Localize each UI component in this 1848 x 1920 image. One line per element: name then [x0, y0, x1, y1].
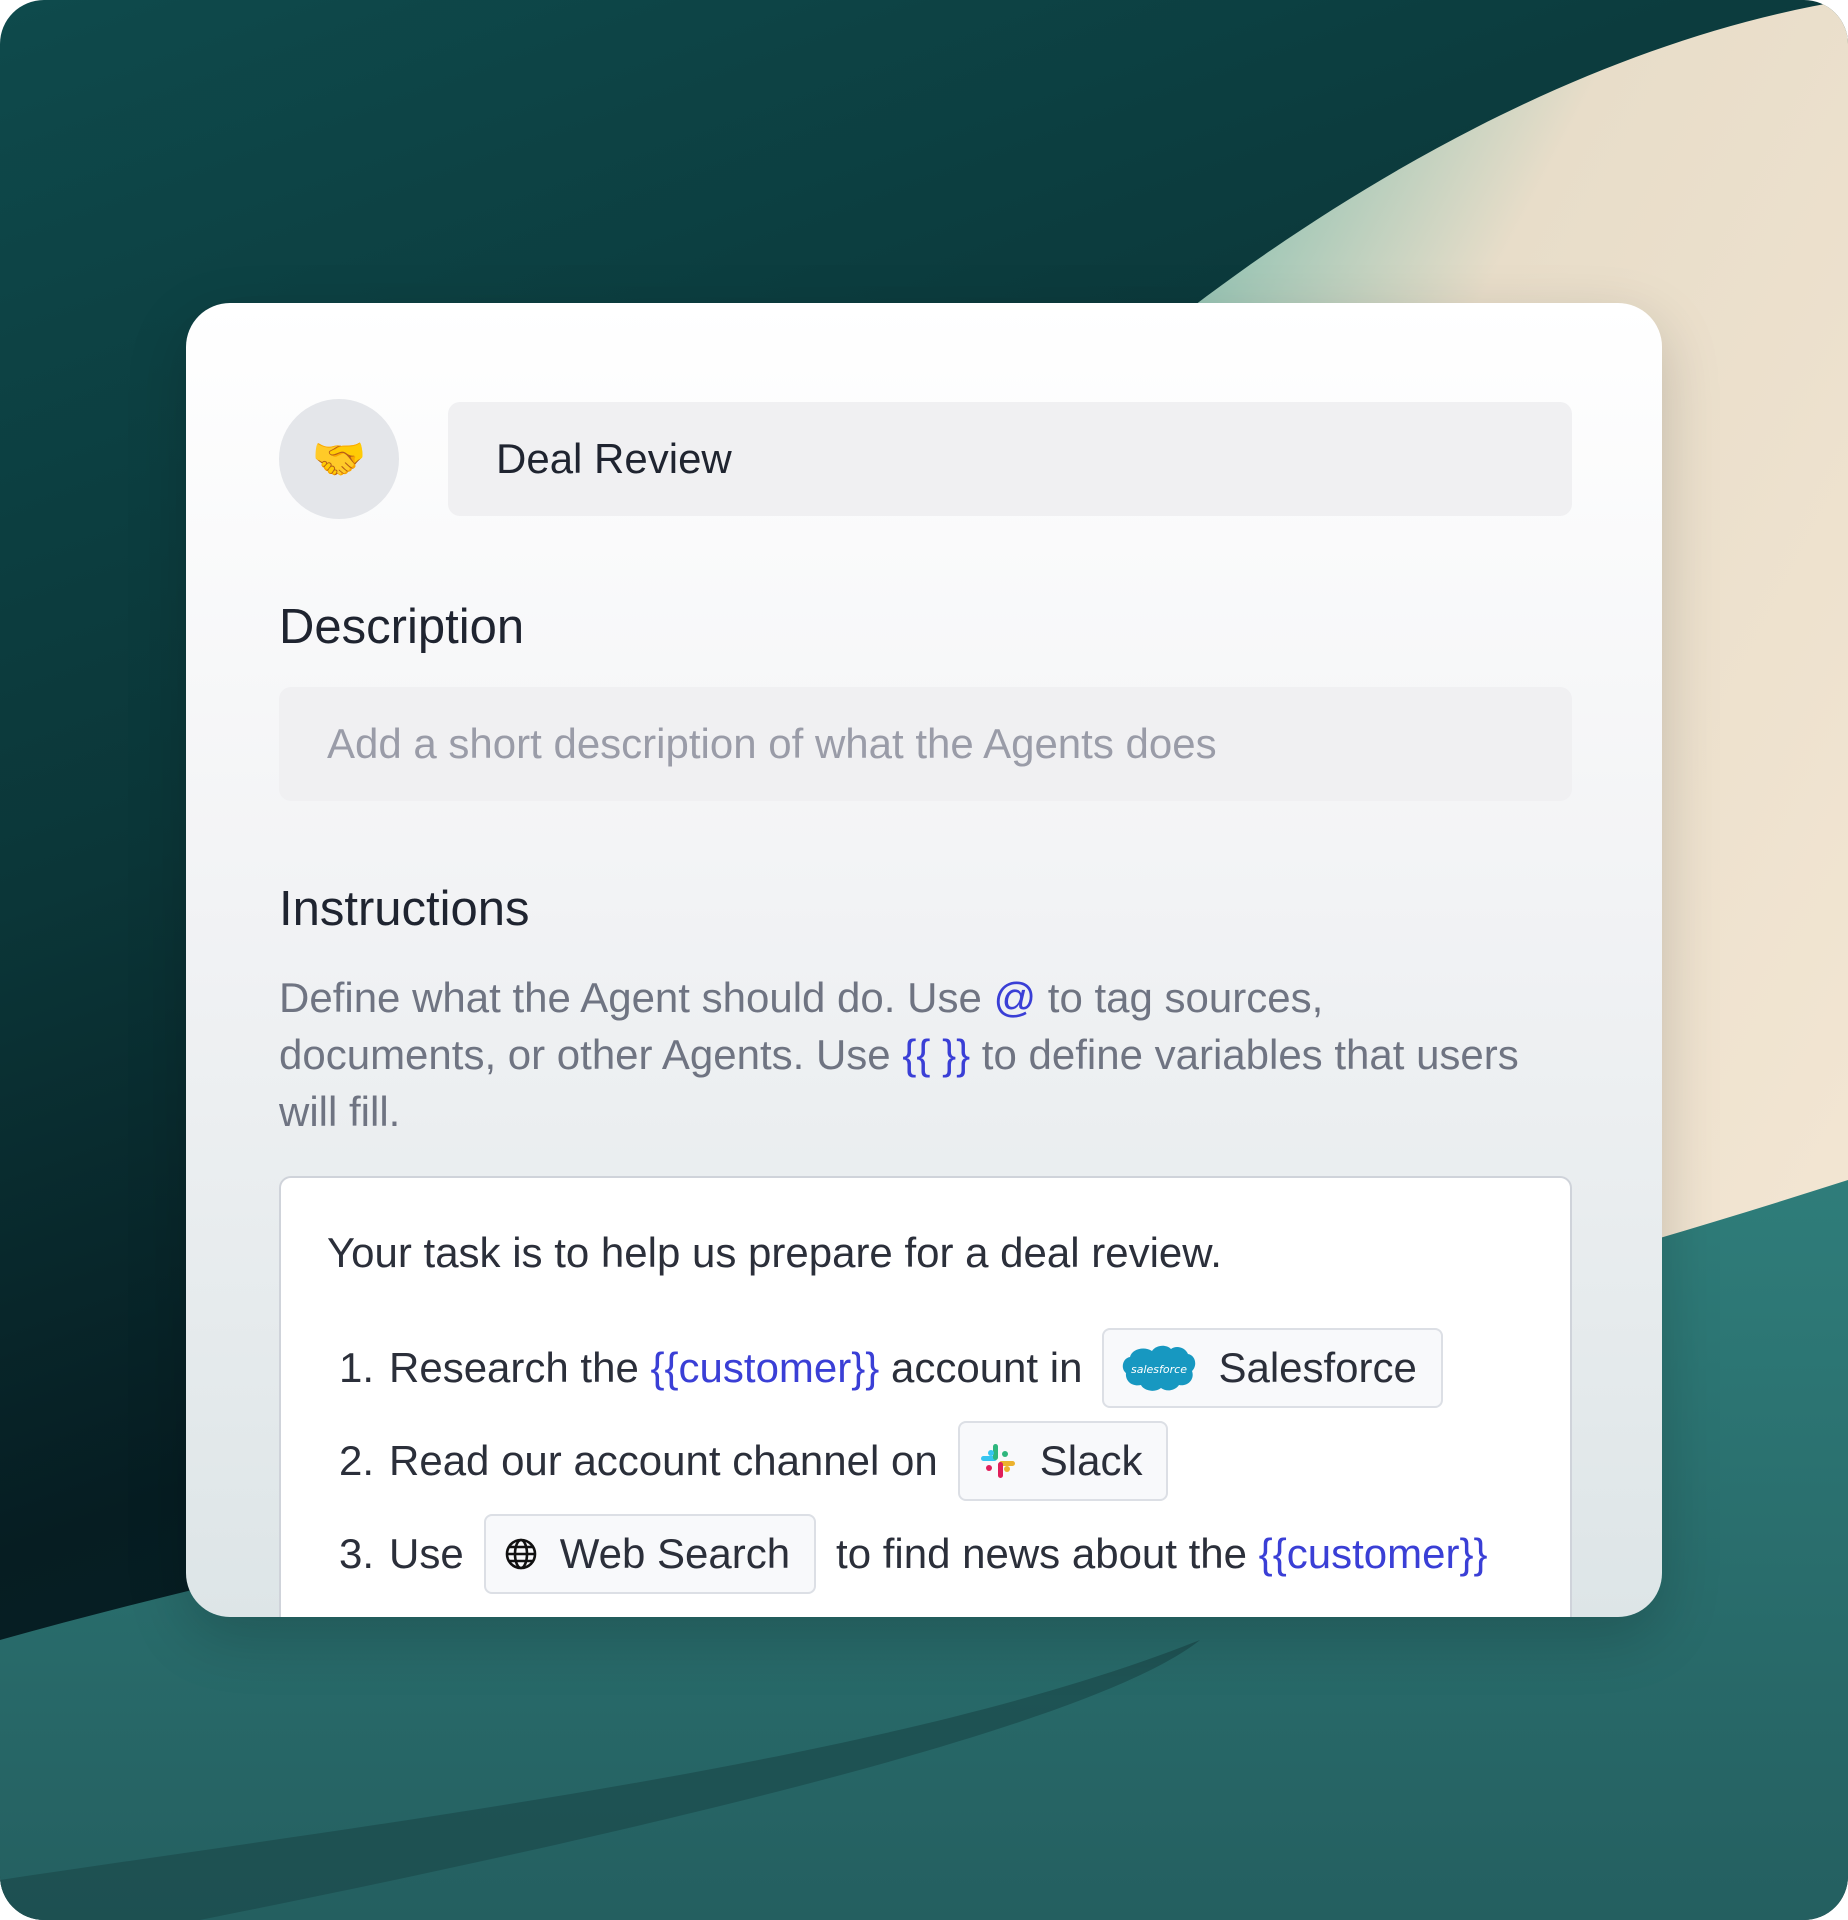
step-text: Research the — [389, 1344, 651, 1391]
step-text: Read our account channel on — [389, 1437, 938, 1484]
chip-label: Slack — [1039, 1437, 1143, 1484]
salesforce-source-chip[interactable]: salesforce Salesforce — [1102, 1328, 1443, 1408]
globe-icon — [504, 1537, 538, 1571]
instructions-intro: Your task is to help us prepare for a de… — [327, 1229, 1222, 1276]
description-input[interactable]: Add a short description of what the Agen… — [279, 687, 1572, 801]
chip-label: Salesforce — [1218, 1344, 1417, 1391]
agent-avatar[interactable]: 🤝 — [279, 399, 399, 519]
step-number: 1. — [339, 1344, 375, 1391]
customer-variable[interactable]: {{customer}} — [650, 1344, 879, 1392]
braces-hint: {{ }} — [902, 1031, 971, 1078]
chip-label: Web Search — [559, 1530, 791, 1577]
salesforce-icon: salesforce — [1122, 1343, 1196, 1393]
agent-name-input[interactable]: Deal Review — [448, 402, 1572, 516]
step-number: 3. — [339, 1530, 375, 1577]
customer-variable[interactable]: {{customer}} — [1259, 1530, 1488, 1578]
list-item: 3. Use Web Search to find news about the… — [339, 1514, 1488, 1594]
web-search-tool-chip[interactable]: Web Search — [483, 1514, 817, 1594]
instructions-label: Instructions — [279, 882, 530, 936]
step-text: Use — [389, 1530, 464, 1577]
instructions-helper-text: Define what the Agent should do. Use @ t… — [279, 969, 1519, 1140]
app-canvas: 🤝 Deal Review Description Add a short de… — [0, 0, 1848, 1920]
list-item: 2. Read our account channel on Slack — [339, 1421, 1188, 1501]
description-label: Description — [279, 600, 525, 654]
step-number: 2. — [339, 1437, 375, 1484]
slack-source-chip[interactable]: Slack — [957, 1421, 1169, 1501]
handshake-icon: 🤝 — [311, 434, 367, 485]
agent-header: 🤝 Deal Review — [279, 399, 1572, 519]
at-symbol-hint: @ — [993, 974, 1037, 1021]
agent-editor-card: 🤝 Deal Review Description Add a short de… — [186, 303, 1662, 1617]
helper-text-part1: Define what the Agent should do. Use — [279, 974, 994, 1021]
svg-text:salesforce: salesforce — [1131, 1363, 1187, 1376]
list-item: 1. Research the {{customer}} account in … — [339, 1328, 1463, 1408]
slack-icon — [978, 1441, 1018, 1481]
instructions-editor[interactable]: Your task is to help us prepare for a de… — [279, 1176, 1572, 1617]
step-text: to find news about the — [836, 1530, 1259, 1577]
step-text: account in — [879, 1344, 1083, 1391]
